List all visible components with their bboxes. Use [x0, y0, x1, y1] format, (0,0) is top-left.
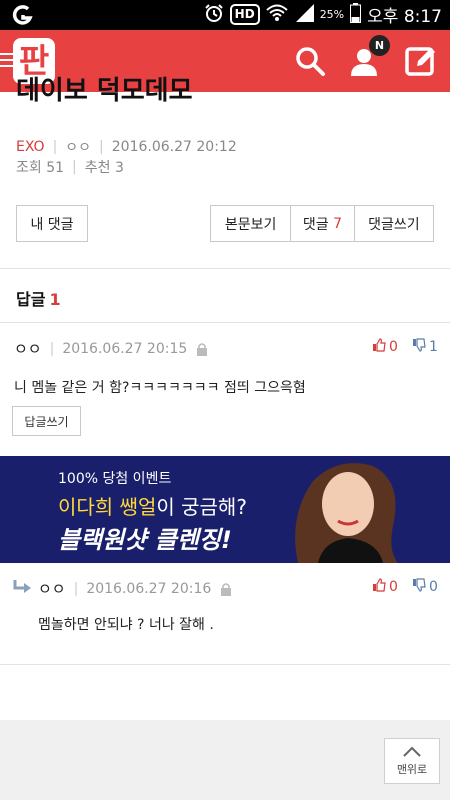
article-title: 데이보 덕모데모: [16, 76, 193, 106]
thumbs-down-icon: [412, 338, 426, 356]
ad-banner[interactable]: 100% 당첨 이벤트 이다희 쌩얼이 궁금해? 블랙원샷 클렌징!: [0, 456, 450, 563]
write-comment-button[interactable]: 댓글쓰기: [355, 206, 433, 241]
reply-arrow-icon: [12, 579, 32, 599]
hd-voice-indicator: HD: [229, 4, 260, 25]
section-divider: [0, 664, 450, 665]
banner-line3: 블랙원샷 클렌징!: [58, 526, 232, 554]
comment-meta: ㅇㅇ | 2016.06.27 20:15: [14, 338, 209, 359]
status-bar: HD 25% 오후 8:17: [0, 0, 450, 30]
signal-icon: [294, 3, 314, 26]
article-views: 조회 51: [16, 160, 65, 176]
app-notification-icon: [12, 4, 34, 30]
lock-icon: [219, 582, 233, 596]
comments-button[interactable]: 댓글 7: [291, 206, 355, 241]
comment-text: 니 멤놀 같은 거 함?ㅋㅋㅋㅋㅋㅋㅋ 점띄 그으윽혐: [14, 380, 306, 396]
comment-meta: ㅇㅇ | 2016.06.27 20:16: [12, 578, 233, 599]
write-reply-button[interactable]: 답글쓰기: [12, 406, 81, 436]
clock: 오후 8:17: [367, 7, 442, 27]
thumbs-down-icon: [412, 578, 426, 596]
banner-line1: 100% 당첨 이벤트: [58, 471, 172, 487]
search-icon[interactable]: [293, 44, 327, 78]
comment-datetime: 2016.06.27 20:15: [62, 340, 188, 357]
downvote-count: 1: [429, 339, 438, 355]
banner-model-photo: [268, 456, 443, 563]
replies-label: 답글: [16, 290, 46, 309]
banner-line2: 이다희 쌩얼이 궁금해?: [58, 491, 247, 520]
thumbs-up-icon: [372, 338, 386, 356]
divider: |: [49, 340, 55, 357]
comment-datetime: 2016.06.27 20:16: [86, 580, 212, 597]
comments-label: 댓글: [302, 216, 329, 233]
comment-author: ㅇㅇ: [14, 340, 42, 358]
comment-actions: 본문보기 댓글 7 댓글쓰기: [210, 205, 434, 242]
divider: |: [73, 580, 79, 597]
article-author: ㅇㅇ: [65, 140, 92, 156]
scroll-top-button[interactable]: 맨위로: [384, 738, 440, 784]
banner-highlight: 이다희 쌩얼: [58, 495, 157, 519]
section-divider: [0, 322, 450, 323]
divider: |: [99, 139, 104, 155]
wifi-icon: [266, 4, 288, 26]
article-datetime: 2016.06.27 20:12: [111, 139, 237, 155]
upvote-count: 0: [389, 579, 398, 595]
divider: |: [72, 159, 77, 175]
page-footer-area: [0, 720, 450, 800]
lock-icon: [195, 342, 209, 356]
downvote-button[interactable]: 0: [412, 578, 438, 596]
notification-badge[interactable]: N: [369, 35, 390, 56]
replies-header: 답글 1: [16, 286, 61, 310]
thumbs-up-icon: [372, 578, 386, 596]
article-meta: EXO | ㅇㅇ | 2016.06.27 20:12: [16, 137, 237, 157]
divider: |: [52, 139, 58, 155]
battery-icon: [350, 2, 362, 27]
comments-count: 7: [333, 215, 343, 232]
chevron-up-icon: [402, 746, 422, 761]
upvote-button[interactable]: 0: [372, 578, 398, 596]
article-stats: 조회 51 | 추천 3: [16, 157, 124, 177]
article-recommend: 추천 3: [84, 160, 124, 176]
write-icon[interactable]: [404, 44, 438, 78]
battery-percent: 25%: [319, 8, 345, 21]
alarm-icon: [204, 3, 224, 27]
downvote-count: 0: [429, 579, 438, 595]
comment-author: ㅇㅇ: [38, 580, 66, 598]
downvote-button[interactable]: 1: [412, 338, 438, 356]
upvote-count: 0: [389, 339, 398, 355]
my-comments-button[interactable]: 내 댓글: [16, 205, 88, 242]
comment-text: 멤놀하면 안되냐 ? 너나 잘해 .: [38, 617, 214, 633]
scroll-top-label: 맨위로: [396, 762, 428, 776]
banner-line2-rest: 이 궁금해?: [156, 495, 247, 519]
section-divider: [0, 268, 450, 269]
article-category[interactable]: EXO: [16, 139, 45, 155]
view-article-button[interactable]: 본문보기: [211, 206, 292, 241]
replies-count: 1: [49, 290, 61, 309]
upvote-button[interactable]: 0: [372, 338, 398, 356]
